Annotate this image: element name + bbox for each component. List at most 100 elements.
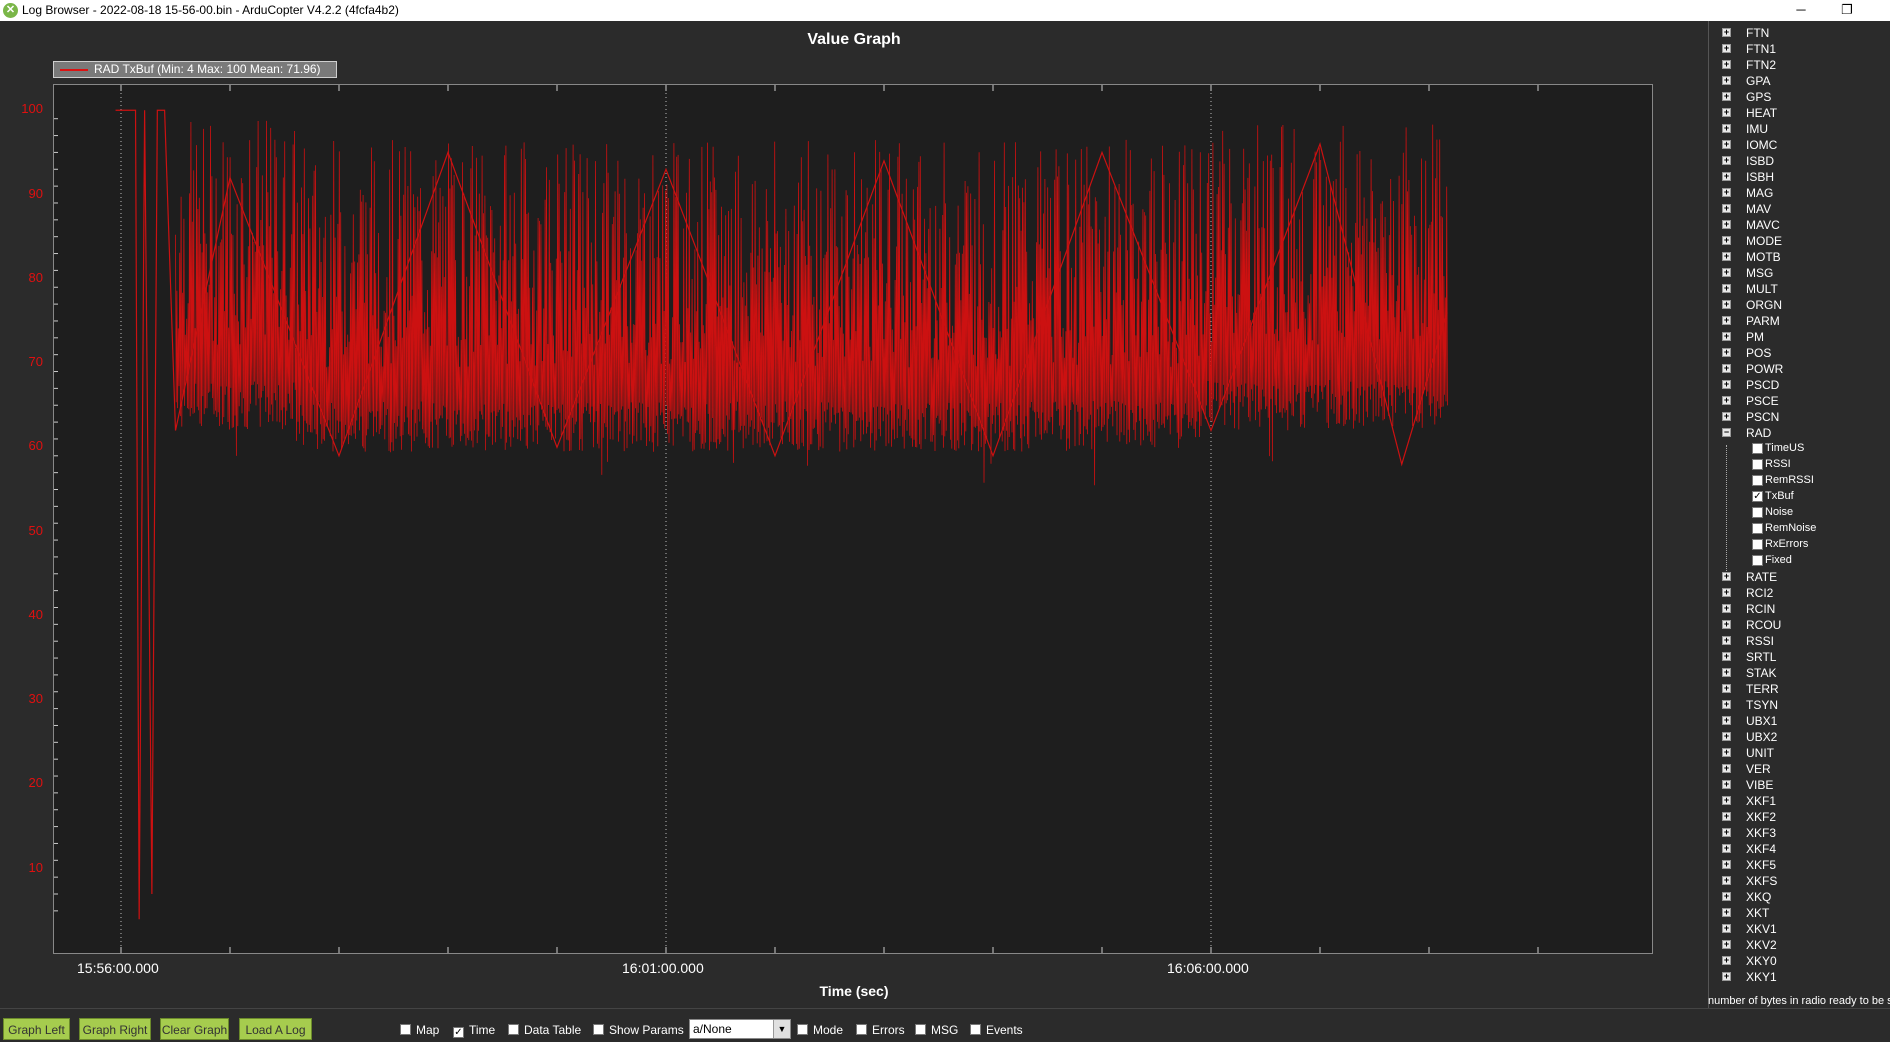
tree-item-label: XKF5 [1746, 858, 1777, 872]
expand-icon[interactable]: + [1722, 700, 1731, 709]
expand-icon[interactable]: + [1722, 748, 1731, 757]
expand-icon[interactable]: + [1722, 204, 1731, 213]
expand-icon[interactable]: + [1722, 60, 1731, 69]
expand-icon[interactable]: + [1722, 220, 1731, 229]
show-params-checkbox[interactable]: Show Params [593, 1023, 684, 1037]
expand-icon[interactable]: + [1722, 892, 1731, 901]
errors-checkbox-box[interactable] [856, 1024, 867, 1035]
graph-title: Value Graph [807, 31, 901, 48]
mode-checkbox-box[interactable] [797, 1024, 808, 1035]
expand-icon[interactable]: + [1722, 764, 1731, 773]
graph-legend[interactable]: RAD TxBuf (Min: 4 Max: 100 Mean: 71.96) [53, 61, 337, 78]
field-label: Fixed [1765, 554, 1792, 566]
time-checkbox-box[interactable]: ✓ [453, 1027, 464, 1038]
expand-icon[interactable]: + [1722, 684, 1731, 693]
show-params-checkbox-box[interactable] [593, 1024, 604, 1035]
expand-icon[interactable]: + [1722, 796, 1731, 805]
expand-icon[interactable]: + [1722, 572, 1731, 581]
expand-icon[interactable]: + [1722, 604, 1731, 613]
expand-icon[interactable]: + [1722, 188, 1731, 197]
mode-select[interactable]: a/None ▼ [689, 1019, 791, 1039]
expand-icon[interactable]: + [1722, 844, 1731, 853]
expand-icon[interactable]: + [1722, 972, 1731, 981]
data-table-checkbox-box[interactable] [508, 1024, 519, 1035]
mode-checkbox[interactable]: Mode [797, 1023, 843, 1037]
expand-icon[interactable]: + [1722, 812, 1731, 821]
msg-checkbox[interactable]: MSG [915, 1023, 958, 1037]
expand-icon[interactable]: + [1722, 380, 1731, 389]
restore-button[interactable]: ❐ [1824, 0, 1870, 21]
expand-icon[interactable]: + [1722, 876, 1731, 885]
legend-swatch [60, 69, 88, 71]
expand-icon[interactable]: + [1722, 780, 1731, 789]
show-params-checkbox-label: Show Params [609, 1023, 684, 1037]
expand-icon[interactable]: + [1722, 396, 1731, 405]
field-checkbox[interactable] [1752, 507, 1763, 518]
expand-icon[interactable]: + [1722, 124, 1731, 133]
map-checkbox[interactable]: Map [400, 1023, 439, 1037]
expand-icon[interactable]: + [1722, 412, 1731, 421]
errors-checkbox[interactable]: Errors [856, 1023, 905, 1037]
expand-icon[interactable]: + [1722, 156, 1731, 165]
minimize-button[interactable]: ─ [1778, 0, 1824, 21]
expand-icon[interactable]: + [1722, 668, 1731, 677]
field-checkbox[interactable] [1752, 443, 1763, 454]
expand-icon[interactable]: + [1722, 108, 1731, 117]
field-checkbox[interactable] [1752, 523, 1763, 534]
expand-icon[interactable]: + [1722, 92, 1731, 101]
collapse-icon[interactable]: − [1722, 428, 1731, 437]
field-checkbox[interactable] [1752, 555, 1763, 566]
expand-icon[interactable]: + [1722, 636, 1731, 645]
graph-right-button[interactable]: Graph Right [79, 1018, 151, 1040]
plot-area[interactable] [53, 84, 1653, 954]
expand-icon[interactable]: + [1722, 172, 1731, 181]
expand-icon[interactable]: + [1722, 236, 1731, 245]
tree-item-label: POS [1746, 346, 1772, 360]
expand-icon[interactable]: + [1722, 828, 1731, 837]
expand-icon[interactable]: + [1722, 332, 1731, 341]
expand-icon[interactable]: + [1722, 300, 1731, 309]
expand-icon[interactable]: + [1722, 28, 1731, 37]
map-checkbox-box[interactable] [400, 1024, 411, 1035]
field-checkbox[interactable] [1752, 475, 1763, 486]
tree-item-label: MAG [1746, 186, 1774, 200]
msg-checkbox-label: MSG [931, 1023, 959, 1037]
expand-icon[interactable]: + [1722, 76, 1731, 85]
expand-icon[interactable]: + [1722, 732, 1731, 741]
log-tree-panel[interactable]: + FTN + FTN1 + FTN2 + GPA + GPS + HEAT + IMU + IOMC + ISB… [1708, 21, 1890, 1008]
time-checkbox[interactable]: ✓ Time [453, 1023, 495, 1038]
expand-icon[interactable]: + [1722, 364, 1731, 373]
graph-left-button[interactable]: Graph Left [3, 1018, 70, 1040]
expand-icon[interactable]: + [1722, 268, 1731, 277]
expand-icon[interactable]: + [1722, 348, 1731, 357]
expand-icon[interactable]: + [1722, 252, 1731, 261]
expand-icon[interactable]: + [1722, 860, 1731, 869]
tree-connector [1726, 445, 1728, 575]
expand-icon[interactable]: + [1722, 652, 1731, 661]
field-checkbox[interactable]: ✓ [1752, 491, 1763, 502]
expand-icon[interactable]: + [1722, 924, 1731, 933]
expand-icon[interactable]: + [1722, 716, 1731, 725]
events-checkbox-box[interactable] [970, 1024, 981, 1035]
expand-icon[interactable]: + [1722, 284, 1731, 293]
expand-icon[interactable]: + [1722, 588, 1731, 597]
expand-icon[interactable]: + [1722, 908, 1731, 917]
field-checkbox[interactable] [1752, 459, 1763, 470]
chevron-down-icon[interactable]: ▼ [773, 1020, 790, 1038]
expand-icon[interactable]: + [1722, 140, 1731, 149]
load-log-button[interactable]: Load A Log [239, 1018, 312, 1040]
expand-icon[interactable]: + [1722, 956, 1731, 965]
expand-icon[interactable]: + [1722, 44, 1731, 53]
msg-checkbox-box[interactable] [915, 1024, 926, 1035]
plot-svg [54, 85, 1539, 953]
field-checkbox[interactable] [1752, 539, 1763, 550]
clear-graph-button[interactable]: Clear Graph [160, 1018, 229, 1040]
expand-icon[interactable]: + [1722, 316, 1731, 325]
events-checkbox[interactable]: Events [970, 1023, 1023, 1037]
field-label: RSSI [1765, 458, 1791, 470]
expand-icon[interactable]: + [1722, 620, 1731, 629]
tree-item-label: XKV2 [1746, 938, 1777, 952]
graph-panel[interactable]: Value Graph RAD TxBuf (Min: 4 Max: 100 M… [0, 21, 1708, 1008]
data-table-checkbox[interactable]: Data Table [508, 1023, 581, 1037]
expand-icon[interactable]: + [1722, 940, 1731, 949]
